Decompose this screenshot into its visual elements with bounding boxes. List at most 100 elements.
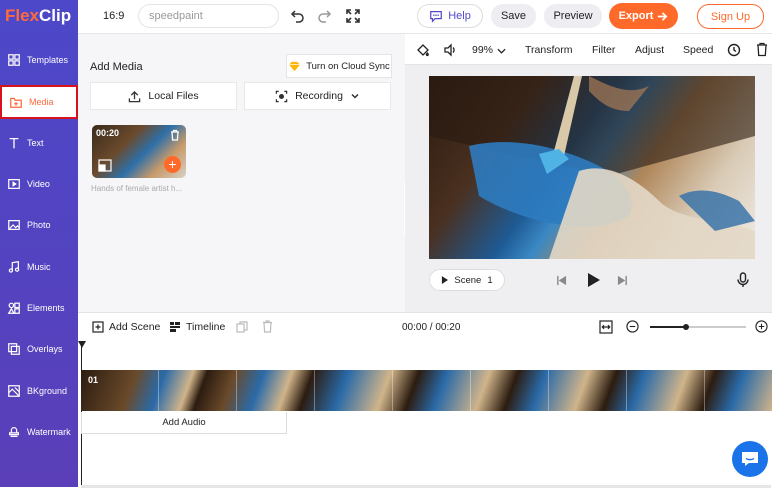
timeline-icon	[170, 322, 180, 332]
aspect-ratio-selector[interactable]: 16:9	[103, 10, 124, 22]
clip-duration: 00:20	[96, 128, 120, 138]
sidebar-item-label: Music	[27, 262, 51, 272]
playhead-marker[interactable]	[78, 341, 86, 348]
panel-title: Add Media	[90, 61, 143, 73]
chevron-down-icon[interactable]	[497, 47, 506, 55]
sidebar-item-media[interactable]: Media	[0, 85, 78, 119]
sidebar-item-label: Video	[27, 179, 50, 189]
zoom-in-icon[interactable]	[755, 320, 768, 333]
zoom-slider-fill	[650, 326, 686, 328]
sidebar-item-label: Photo	[27, 220, 51, 230]
timeline-panel: Add Scene Timeline 00:00 / 00:20 01 Add …	[78, 312, 772, 488]
watermark-icon	[9, 427, 19, 437]
adjust-button[interactable]: Adjust	[635, 44, 664, 56]
media-icon	[10, 97, 22, 108]
help-button[interactable]: Help	[417, 4, 483, 28]
timeline-toggle-button[interactable]: Timeline	[169, 321, 225, 333]
sidebar-item-label: Elements	[27, 303, 65, 313]
sidebar-item-label: BKground	[27, 386, 68, 396]
time-display: 00:00 / 00:20	[402, 322, 461, 333]
sidebar-item-templates[interactable]: Templates	[0, 43, 78, 77]
play-small-icon	[442, 276, 449, 284]
sidebar-item-video[interactable]: Video	[0, 167, 78, 201]
sidebar-item-label: Watermark	[27, 427, 71, 437]
redo-icon[interactable]	[316, 8, 332, 24]
add-square-icon	[92, 321, 104, 333]
project-name-input[interactable]: speedpaint	[138, 4, 279, 28]
trash-icon[interactable]	[262, 320, 273, 333]
add-clip-plus-icon[interactable]: +	[164, 156, 181, 173]
zoom-slider-knob[interactable]	[682, 324, 689, 330]
sidebar-item-label: Overlays	[27, 344, 63, 354]
sidebar-item-photo[interactable]: Photo	[0, 208, 78, 242]
sidebar-item-music[interactable]: Music	[0, 250, 78, 284]
sidebar-item-label: Media	[29, 97, 54, 107]
diamond-icon	[289, 61, 301, 71]
video-canvas[interactable]	[429, 76, 755, 259]
overlays-icon	[8, 343, 20, 355]
sidebar-item-label: Templates	[27, 55, 69, 65]
arrow-right-icon	[658, 11, 668, 21]
preview-button[interactable]: Preview	[544, 4, 602, 28]
record-icon	[275, 90, 288, 102]
sidebar-item-overlays[interactable]: Overlays	[0, 332, 78, 366]
skip-forward-icon[interactable]	[617, 275, 628, 286]
text-icon	[9, 137, 19, 149]
zoom-selector[interactable]: 99%	[472, 44, 493, 56]
timeline-toolbar: Add Scene Timeline 00:00 / 00:20	[78, 313, 772, 341]
sidebar: FlexClip Templates Media Text Video Phot…	[0, 0, 78, 487]
volume-icon[interactable]	[443, 43, 457, 57]
sidebar-item-bkground[interactable]: BKground	[0, 374, 78, 408]
zoom-out-icon[interactable]	[626, 320, 639, 333]
save-button[interactable]: Save	[491, 4, 536, 28]
delete-icon[interactable]	[755, 42, 769, 57]
recording-dropdown[interactable]: Recording	[244, 82, 391, 110]
sign-up-button[interactable]: Sign Up	[697, 4, 764, 29]
sidebar-item-watermark[interactable]: Watermark	[0, 415, 78, 449]
microphone-icon[interactable]	[737, 272, 749, 288]
sidebar-item-label: Text	[27, 138, 44, 148]
sidebar-item-elements[interactable]: Elements	[0, 291, 78, 325]
media-clip-thumbnail[interactable]: 00:20 +	[92, 125, 186, 178]
preview-area: 99% Transform Filter Adjust Speed Scene …	[405, 34, 772, 312]
live-chat-button[interactable]	[732, 441, 768, 477]
undo-icon[interactable]	[290, 8, 306, 24]
flexclip-logo[interactable]: FlexClip	[5, 6, 71, 26]
top-bar: 16:9 speedpaint Help Save Preview Export…	[78, 0, 772, 34]
edit-toolbar: 99% Transform Filter Adjust Speed	[405, 34, 772, 65]
chat-help-icon	[430, 11, 443, 23]
transform-button[interactable]: Transform	[525, 44, 572, 56]
cloud-sync-button[interactable]: Turn on Cloud Sync	[286, 54, 392, 78]
skip-back-icon[interactable]	[556, 275, 567, 286]
music-icon	[8, 261, 20, 273]
add-audio-button[interactable]: Add Audio	[81, 412, 287, 434]
clip-number: 01	[88, 375, 99, 385]
media-panel: Add Media Turn on Cloud Sync Local Files…	[78, 34, 413, 312]
paint-bucket-icon[interactable]	[416, 43, 430, 57]
clock-icon[interactable]	[727, 43, 741, 57]
filter-button[interactable]: Filter	[592, 44, 615, 56]
trash-icon[interactable]	[169, 129, 181, 141]
chat-bubble-icon	[742, 452, 758, 466]
sidebar-item-text[interactable]: Text	[0, 126, 78, 160]
zoom-slider[interactable]	[650, 324, 746, 330]
set-background-icon[interactable]	[98, 159, 112, 172]
speedpaint-frame-image	[429, 76, 755, 259]
scene-selector[interactable]: Scene 1	[429, 269, 505, 291]
add-scene-button[interactable]: Add Scene	[92, 321, 160, 333]
video-track-clip[interactable]: 01	[81, 370, 772, 411]
video-icon	[8, 179, 20, 189]
export-button[interactable]: Export	[609, 3, 678, 29]
local-files-button[interactable]: Local Files	[90, 82, 237, 110]
background-icon	[8, 385, 20, 397]
speed-button[interactable]: Speed	[683, 44, 713, 56]
elements-icon	[7, 302, 20, 314]
clip-caption: Hands of female artist h...	[91, 184, 183, 193]
duplicate-icon[interactable]	[236, 321, 248, 333]
upload-icon	[129, 90, 141, 102]
photo-icon	[8, 220, 20, 230]
play-icon[interactable]	[587, 272, 601, 288]
fit-width-icon[interactable]	[599, 320, 613, 334]
fullscreen-icon[interactable]	[345, 8, 361, 24]
templates-icon	[8, 54, 20, 66]
